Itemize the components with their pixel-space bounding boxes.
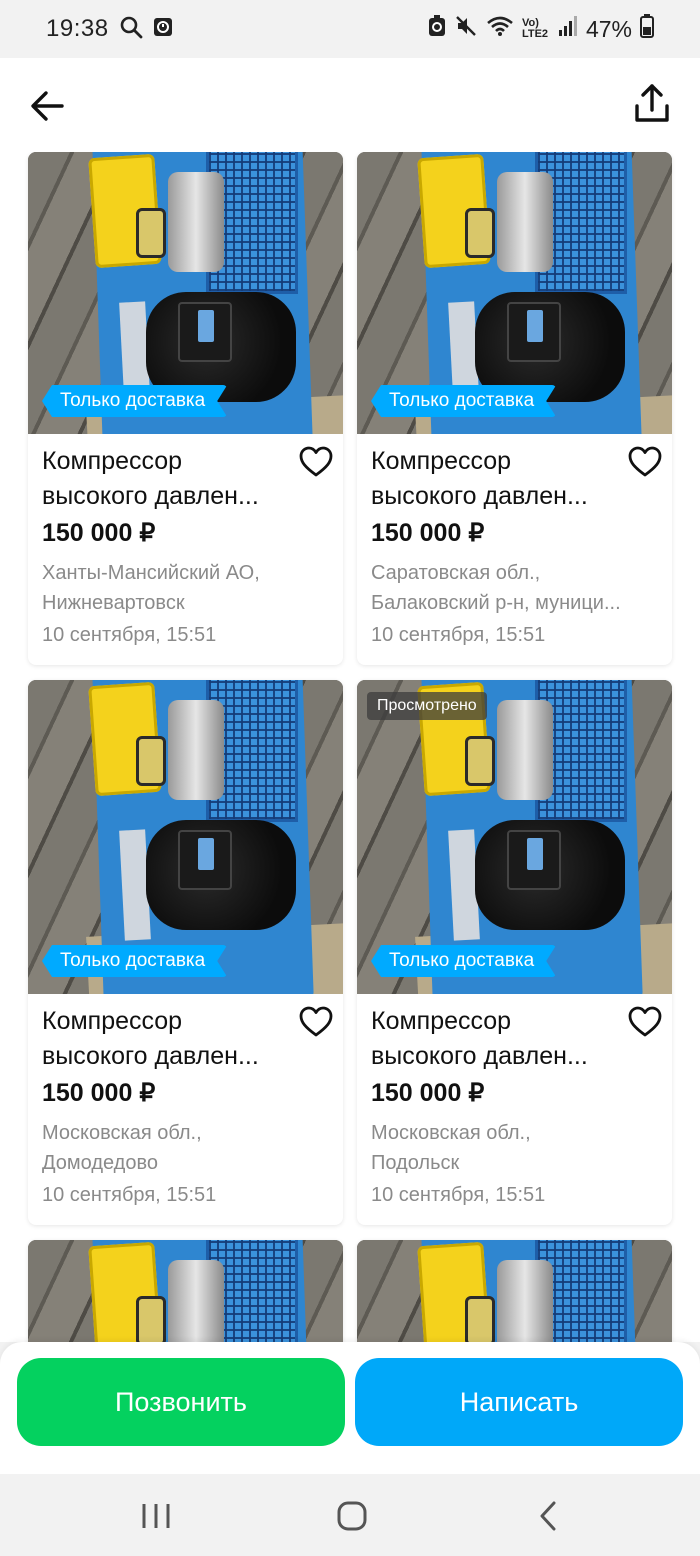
status-bar: 19:38 Vo) LTE2 47% bbox=[0, 0, 700, 58]
system-navigation-bar bbox=[0, 1474, 700, 1556]
listing-date: 10 сентября, 15:51 bbox=[371, 1184, 546, 1206]
home-icon[interactable] bbox=[332, 1498, 372, 1534]
listing-card[interactable]: Просмотрено Только доставка Компрессор в… bbox=[357, 680, 672, 1225]
listing-price: 150 000 ₽ bbox=[42, 1079, 156, 1107]
listing-photo[interactable] bbox=[357, 1240, 672, 1342]
battery-icon bbox=[640, 14, 654, 44]
listing-info: Компрессор высокого давлен... 150 000 ₽ … bbox=[357, 994, 672, 1225]
listing-date: 10 сентября, 15:51 bbox=[42, 624, 217, 646]
listing-info: Компрессор высокого давлен... 150 000 ₽ … bbox=[28, 434, 343, 665]
signal-icon bbox=[558, 15, 578, 43]
listing-title[interactable]: Компрессор высокого давлен... bbox=[371, 1004, 619, 1074]
delivery-only-badge: Только доставка bbox=[42, 385, 227, 417]
listing-title[interactable]: Компрессор высокого давлен... bbox=[42, 444, 290, 514]
listing-card[interactable]: Только доставка Компрессор высокого давл… bbox=[28, 680, 343, 1225]
back-arrow-icon[interactable] bbox=[28, 86, 68, 126]
recent-apps-icon[interactable] bbox=[136, 1498, 176, 1534]
listing-info: Компрессор высокого давлен... 150 000 ₽ … bbox=[357, 434, 672, 665]
listing-title[interactable]: Компрессор высокого давлен... bbox=[42, 1004, 290, 1074]
listing-date: 10 сентября, 15:51 bbox=[371, 624, 546, 646]
listing-location-line1: Московская обл., bbox=[42, 1122, 202, 1144]
search-icon bbox=[119, 15, 143, 44]
listing-card[interactable] bbox=[357, 1240, 672, 1342]
listing-location-line2: Нижневартовск bbox=[42, 592, 185, 614]
listing-info: Компрессор высокого давлен... 150 000 ₽ … bbox=[28, 994, 343, 1225]
write-message-button[interactable]: Написать bbox=[355, 1358, 683, 1446]
listing-location-line2: Подольск bbox=[371, 1152, 460, 1174]
favorite-heart-icon[interactable] bbox=[299, 1006, 333, 1038]
alarm-icon bbox=[153, 17, 173, 42]
similar-listings-feed[interactable]: Только доставка Компрессор высокого давл… bbox=[0, 152, 700, 1342]
wifi-icon bbox=[486, 15, 514, 43]
battery-percent: 47% bbox=[585, 15, 632, 42]
listing-card[interactable]: Только доставка Компрессор высокого давл… bbox=[28, 152, 343, 665]
listing-location-line2: Домодедово bbox=[42, 1152, 158, 1174]
listing-photo[interactable]: Только доставка bbox=[28, 680, 343, 994]
listing-card[interactable]: Только доставка Компрессор высокого давл… bbox=[357, 152, 672, 665]
mute-icon bbox=[454, 14, 478, 44]
listing-price: 150 000 ₽ bbox=[371, 519, 485, 547]
system-back-icon[interactable] bbox=[530, 1498, 570, 1534]
call-button[interactable]: Позвонить bbox=[17, 1358, 345, 1446]
listing-date: 10 сентября, 15:51 bbox=[42, 1184, 217, 1206]
network-label: Vo) LTE2 bbox=[521, 17, 549, 40]
viewed-badge: Просмотрено bbox=[367, 692, 487, 720]
battery-saver-icon bbox=[428, 15, 446, 43]
delivery-only-badge: Только доставка bbox=[371, 945, 556, 977]
listing-price: 150 000 ₽ bbox=[371, 1079, 485, 1107]
listing-location-line2: Балаковский р-н, муници... bbox=[371, 592, 621, 614]
favorite-heart-icon[interactable] bbox=[628, 1006, 662, 1038]
listing-card[interactable] bbox=[28, 1240, 343, 1342]
top-app-bar bbox=[0, 58, 700, 152]
listing-photo[interactable]: Просмотрено Только доставка bbox=[357, 680, 672, 994]
status-time: 19:38 bbox=[46, 15, 109, 42]
favorite-heart-icon[interactable] bbox=[299, 446, 333, 478]
listing-photo[interactable]: Только доставка bbox=[28, 152, 343, 434]
listing-photo[interactable]: Только доставка bbox=[357, 152, 672, 434]
listing-photo[interactable] bbox=[28, 1240, 343, 1342]
contact-actions-panel: Позвонить Написать bbox=[0, 1342, 700, 1474]
listing-title[interactable]: Компрессор высокого давлен... bbox=[371, 444, 619, 514]
favorite-heart-icon[interactable] bbox=[628, 446, 662, 478]
listing-price: 150 000 ₽ bbox=[42, 519, 156, 547]
listing-location-line1: Саратовская обл., bbox=[371, 562, 541, 584]
delivery-only-badge: Только доставка bbox=[42, 945, 227, 977]
share-icon[interactable] bbox=[632, 82, 672, 126]
delivery-only-badge: Только доставка bbox=[371, 385, 556, 417]
listing-location-line1: Ханты-Мансийский АО, bbox=[42, 562, 260, 584]
listing-location-line1: Московская обл., bbox=[371, 1122, 531, 1144]
